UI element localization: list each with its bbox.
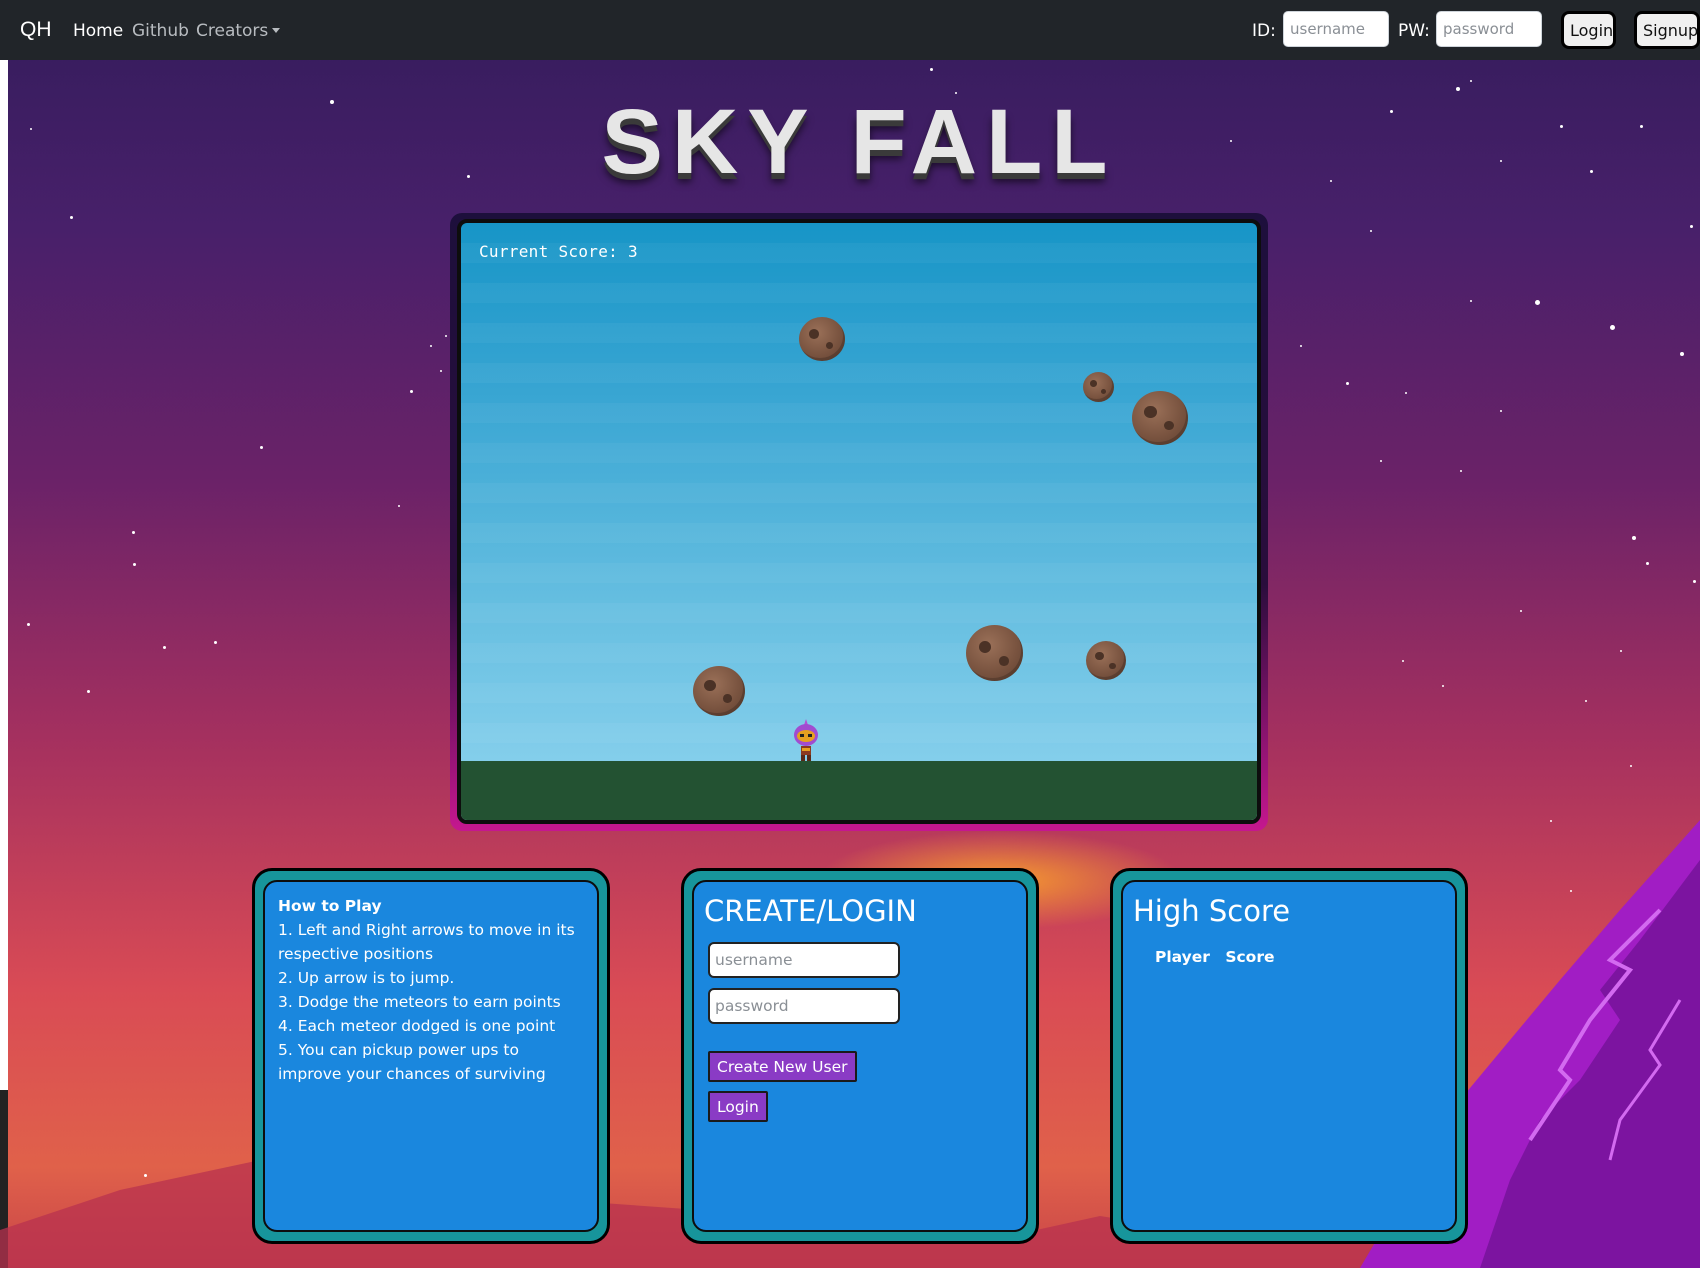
how-to-play-text: How to Play 1. Left and Right arrows to … bbox=[278, 894, 585, 1086]
star-dot bbox=[1680, 352, 1684, 356]
brand-logo[interactable]: QH bbox=[20, 18, 52, 42]
password-input[interactable] bbox=[708, 988, 900, 1024]
navbar: QH Home Github Creators ID: PW: Login Si… bbox=[0, 0, 1700, 60]
nav-signup-button[interactable]: Signup bbox=[1634, 11, 1700, 49]
how-to-play-item: 3. Dodge the meteors to earn points bbox=[278, 993, 561, 1011]
how-to-play-heading: How to Play bbox=[278, 897, 382, 915]
sky-background bbox=[461, 223, 1257, 761]
star-dot bbox=[1693, 580, 1696, 583]
username-input[interactable] bbox=[708, 942, 900, 978]
ground bbox=[461, 761, 1257, 820]
current-score: Current Score: 3 bbox=[479, 242, 638, 261]
how-to-play-item: 4. Each meteor dodged is one point bbox=[278, 1017, 556, 1035]
star-dot bbox=[1500, 410, 1502, 412]
nav-password-input[interactable] bbox=[1436, 11, 1542, 47]
pw-label: PW: bbox=[1398, 21, 1430, 41]
meteor-icon bbox=[1086, 641, 1126, 680]
meteor-icon bbox=[966, 625, 1023, 681]
star-dot bbox=[1470, 80, 1472, 82]
nav-creators-label: Creators bbox=[196, 21, 269, 41]
star-dot bbox=[1535, 300, 1540, 305]
star-dot bbox=[445, 335, 447, 337]
star-dot bbox=[1460, 470, 1462, 472]
how-to-play-item: 2. Up arrow is to jump. bbox=[278, 969, 455, 987]
star-dot bbox=[440, 370, 442, 372]
meteor-icon bbox=[1083, 372, 1114, 402]
how-to-play-item: 1. Left and Right arrows to move in its … bbox=[278, 921, 575, 963]
create-login-title: CREATE/LOGIN bbox=[704, 894, 917, 928]
create-login-panel: CREATE/LOGIN Create New User Login bbox=[681, 868, 1039, 1244]
star-dot bbox=[27, 623, 30, 626]
star-dot bbox=[214, 641, 217, 644]
game-canvas[interactable]: Current Score: 3 bbox=[457, 219, 1261, 824]
star-dot bbox=[1632, 536, 1636, 540]
star-dot bbox=[1630, 765, 1632, 767]
how-to-play-inner: How to Play 1. Left and Right arrows to … bbox=[263, 880, 599, 1232]
star-dot bbox=[163, 646, 166, 649]
star-dot bbox=[133, 563, 136, 566]
alien-player-icon bbox=[794, 719, 818, 761]
star-dot bbox=[1690, 225, 1693, 228]
star-dot bbox=[1402, 660, 1404, 662]
column-header-score: Score bbox=[1225, 948, 1275, 966]
how-to-play-item: 5. You can pickup power ups to improve y… bbox=[278, 1041, 546, 1083]
meteor-icon bbox=[799, 317, 845, 361]
nav-github-link[interactable]: Github bbox=[132, 21, 189, 41]
nav-creators-dropdown[interactable]: Creators bbox=[196, 21, 281, 41]
create-new-user-button[interactable]: Create New User bbox=[708, 1051, 857, 1082]
star-dot bbox=[1620, 650, 1622, 652]
create-login-inner: CREATE/LOGIN Create New User Login bbox=[692, 880, 1028, 1232]
star-dot bbox=[87, 690, 90, 693]
star-dot bbox=[1380, 460, 1382, 462]
star-dot bbox=[1370, 230, 1372, 232]
star-dot bbox=[1405, 392, 1407, 394]
meteor-icon bbox=[693, 666, 745, 716]
high-score-inner: High Score Player Score bbox=[1121, 880, 1457, 1232]
star-dot bbox=[430, 345, 432, 347]
star-dot bbox=[1346, 382, 1349, 385]
star-dot bbox=[930, 68, 933, 71]
id-label: ID: bbox=[1252, 21, 1276, 41]
left-edge-strip bbox=[0, 60, 8, 1268]
how-to-play-panel: How to Play 1. Left and Right arrows to … bbox=[252, 868, 610, 1244]
star-dot bbox=[1585, 700, 1587, 702]
high-score-panel: High Score Player Score bbox=[1110, 868, 1468, 1244]
high-score-table-header: Player Score bbox=[1155, 948, 1285, 966]
star-dot bbox=[1470, 300, 1472, 302]
nav-username-input[interactable] bbox=[1283, 11, 1389, 47]
chevron-down-icon bbox=[272, 28, 281, 33]
page-title: SKY FALL bbox=[601, 91, 1117, 193]
star-dot bbox=[70, 216, 73, 219]
login-button[interactable]: Login bbox=[708, 1091, 768, 1122]
star-dot bbox=[398, 505, 400, 507]
high-score-title: High Score bbox=[1133, 894, 1291, 928]
meteor-icon bbox=[1132, 391, 1188, 445]
star-dot bbox=[1300, 345, 1302, 347]
star-dot bbox=[132, 531, 135, 534]
nav-home-link[interactable]: Home bbox=[73, 21, 123, 41]
star-dot bbox=[410, 390, 413, 393]
star-dot bbox=[1610, 325, 1615, 330]
star-dot bbox=[1646, 562, 1649, 565]
nav-login-button[interactable]: Login bbox=[1561, 11, 1616, 49]
star-dot bbox=[1442, 685, 1444, 687]
star-dot bbox=[1520, 610, 1522, 612]
column-header-player: Player bbox=[1155, 948, 1210, 966]
star-dot bbox=[260, 446, 263, 449]
